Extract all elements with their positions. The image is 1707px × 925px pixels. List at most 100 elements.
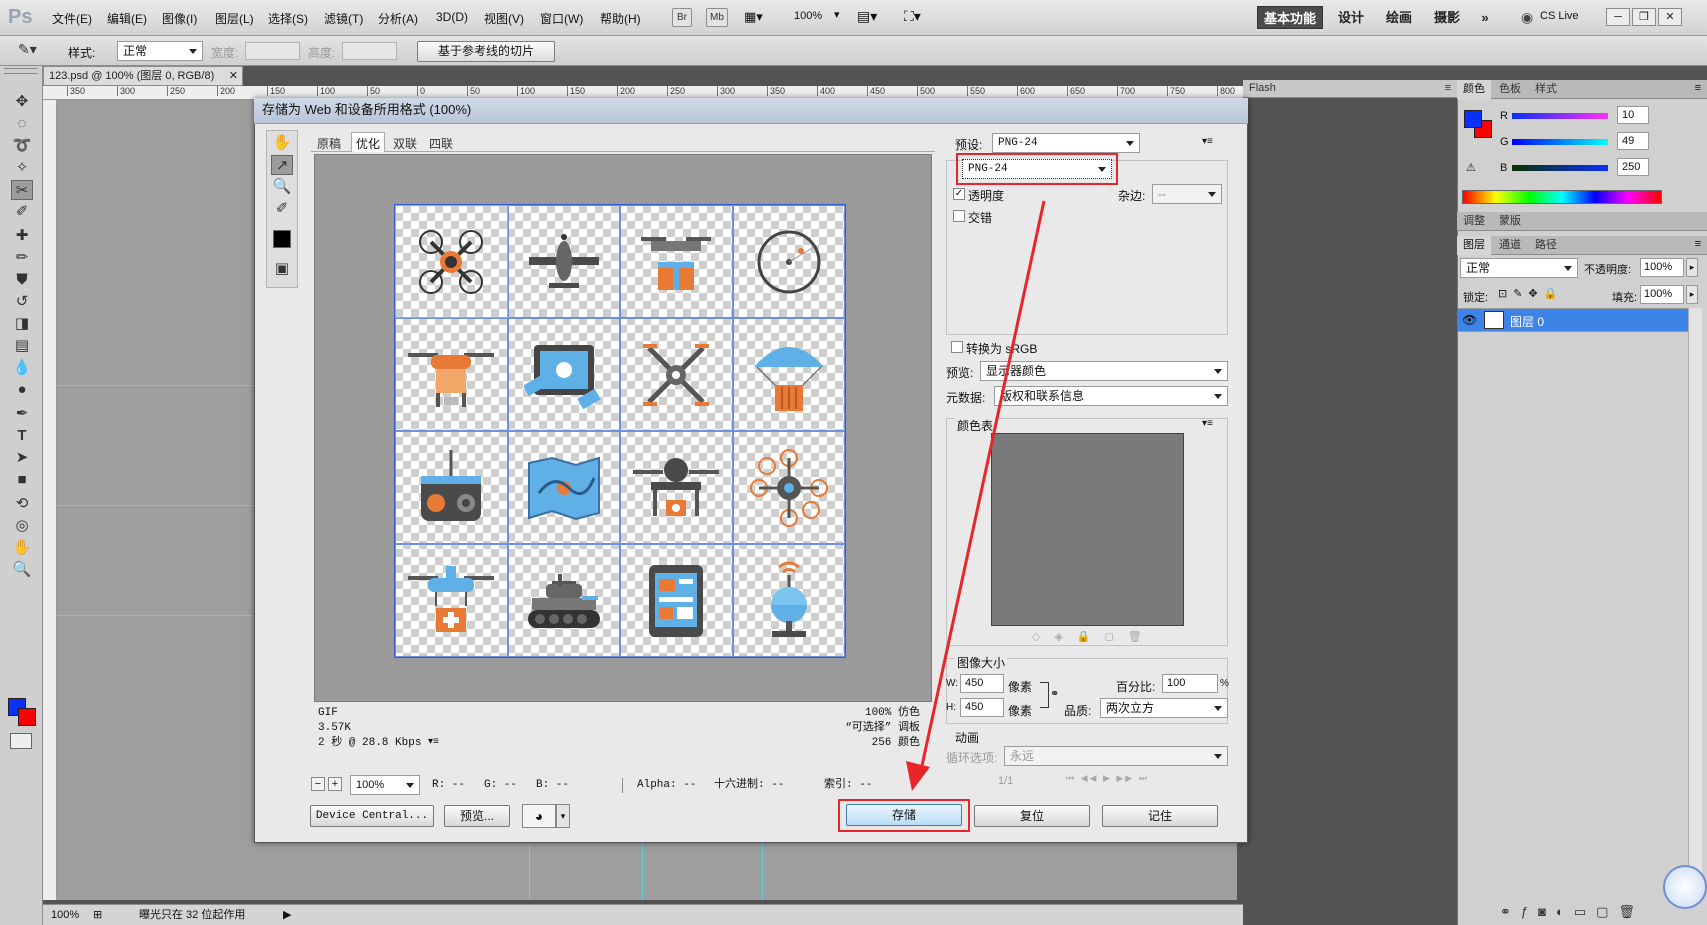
menu-file[interactable]: 文件(E) <box>52 10 92 27</box>
restore-button[interactable]: ❐ <box>1632 8 1656 26</box>
close-button[interactable]: ✕ <box>1658 8 1682 26</box>
b-value[interactable]: 250 <box>1617 158 1649 176</box>
toggle-slices-icon[interactable]: ▣ <box>271 259 293 279</box>
menu-edit[interactable]: 编辑(E) <box>107 10 147 27</box>
menu-filter[interactable]: 滤镜(T) <box>324 10 363 27</box>
animation-controls-icons[interactable]: ⏮ ◀◀ ▶ ▶▶ ⏭ <box>1066 773 1228 790</box>
minimize-button[interactable]: ─ <box>1606 8 1630 26</box>
height-field[interactable] <box>342 42 397 60</box>
stamp-tool-icon[interactable]: ⛊ <box>11 270 33 290</box>
hand-tool-icon[interactable]: ✋ <box>11 538 33 558</box>
g-slider[interactable] <box>1512 139 1608 145</box>
opacity-slider-arrow-icon[interactable]: ▸ <box>1686 258 1698 277</box>
color-table-menu-icon[interactable]: ▾≡ <box>1202 418 1213 429</box>
background-color-swatch[interactable] <box>18 708 36 726</box>
menu-window[interactable]: 窗口(W) <box>540 10 583 27</box>
fill-field[interactable]: 100% <box>1640 285 1684 304</box>
document-tab[interactable]: 123.psd @ 100% (图层 0, RGB/8) ✕ <box>43 66 243 86</box>
reset-button[interactable]: 复位 <box>974 805 1090 827</box>
menu-3d[interactable]: 3D(D) <box>436 10 468 24</box>
color-panel-menu-icon[interactable]: ≡ <box>1695 82 1701 94</box>
zoom-level[interactable]: 100% <box>794 10 822 22</box>
menu-analysis[interactable]: 分析(A) <box>378 10 418 27</box>
flash-panel-menu-icon[interactable]: ≡ <box>1445 80 1451 97</box>
dialog-hand-tool-icon[interactable]: ✋ <box>271 133 293 153</box>
path-select-tool-icon[interactable]: ➤ <box>11 448 33 468</box>
tab-optimized[interactable]: 优化 <box>351 132 386 152</box>
blend-mode-select[interactable]: 正常 <box>1460 258 1578 278</box>
optimize-menu-icon[interactable]: ▾≡ <box>1202 136 1213 147</box>
lock-icons[interactable]: ⊡✎✥🔒 <box>1498 287 1563 300</box>
zoom-dropdown-icon[interactable]: ▾ <box>834 8 840 21</box>
download-speed-menu-icon[interactable]: ▾≡ <box>428 736 439 747</box>
arrange-documents-icon[interactable]: ▤▾ <box>857 8 877 25</box>
3d-orbit-tool-icon[interactable]: ◎ <box>11 516 33 536</box>
dodge-tool-icon[interactable]: ● <box>11 380 33 400</box>
slices-from-guides-button[interactable]: 基于参考线的切片 <box>417 41 555 62</box>
blur-tool-icon[interactable]: 💧 <box>11 358 33 378</box>
menu-view[interactable]: 视图(V) <box>484 10 524 27</box>
shape-tool-icon[interactable]: ■ <box>11 470 33 490</box>
workspace-painting[interactable]: 绘画 <box>1378 6 1420 29</box>
zoom-select[interactable]: 100% <box>350 775 420 795</box>
close-tab-icon[interactable]: ✕ <box>229 67 238 85</box>
layer-row[interactable]: 👁 图层 0 <box>1458 308 1688 332</box>
tab-original[interactable]: 原稿 <box>317 135 341 152</box>
toolbox-grip[interactable] <box>4 68 38 74</box>
cs-live-button[interactable]: CS Live <box>1540 10 1579 22</box>
status-info-icon[interactable]: ⊞ <box>93 905 102 925</box>
zoom-in-button[interactable]: + <box>328 777 342 791</box>
tab-4-up[interactable]: 四联 <box>429 135 453 152</box>
preview-button[interactable]: 预览... <box>444 805 510 827</box>
color-spectrum-bar[interactable] <box>1462 190 1662 204</box>
move-tool-icon[interactable]: ✥ <box>11 92 33 112</box>
cs-live-icon[interactable]: ◉ <box>1521 9 1533 26</box>
history-brush-tool-icon[interactable]: ↺ <box>11 292 33 312</box>
tab-layers[interactable]: 图层 <box>1457 236 1491 255</box>
layers-panel-menu-icon[interactable]: ≡ <box>1695 238 1701 250</box>
preset-select[interactable]: PNG-24 <box>992 133 1140 153</box>
panel-foreground-swatch[interactable] <box>1464 110 1482 128</box>
tab-paths[interactable]: 路径 <box>1529 236 1563 255</box>
preview-image-grid[interactable] <box>394 204 846 658</box>
pen-tool-icon[interactable]: ✒ <box>11 404 33 424</box>
fill-slider-arrow-icon[interactable]: ▸ <box>1686 285 1698 304</box>
layers-scrollbar[interactable] <box>1688 308 1702 898</box>
quick-select-tool-icon[interactable]: ✧ <box>11 158 33 178</box>
width-field[interactable] <box>245 42 300 60</box>
slice-tool-icon[interactable]: ✎▾ <box>18 41 37 58</box>
remember-button[interactable]: 记住 <box>1102 805 1218 827</box>
layer-actions-icons[interactable]: ⚭ƒ◙◐▭▢🗑 <box>1500 904 1645 920</box>
tab-2-up[interactable]: 双联 <box>393 135 417 152</box>
tab-styles[interactable]: 样式 <box>1529 80 1563 99</box>
more-workspaces-button[interactable]: » <box>1474 6 1496 29</box>
tab-channels[interactable]: 通道 <box>1493 236 1527 255</box>
mini-bridge-button[interactable]: Mb <box>706 8 728 27</box>
status-menu-arrow-icon[interactable]: ▶ <box>283 905 291 925</box>
workspace-photography[interactable]: 摄影 <box>1426 6 1468 29</box>
matte-select[interactable]: -- <box>1152 184 1222 204</box>
quality-select[interactable]: 两次立方 <box>1100 698 1228 718</box>
gradient-tool-icon[interactable]: ▤ <box>11 336 33 356</box>
quick-mask-icon[interactable] <box>10 733 32 749</box>
save-button[interactable]: 存储 <box>846 804 962 826</box>
layer-visibility-eye-icon[interactable]: 👁 <box>1462 313 1477 327</box>
format-select[interactable]: PNG-24 <box>962 159 1112 179</box>
dialog-zoom-tool-icon[interactable]: 🔍 <box>271 177 293 197</box>
browser-dropdown-icon[interactable]: ▾ <box>556 804 570 828</box>
tab-adjustments[interactable]: 调整 <box>1457 212 1491 231</box>
bridge-button[interactable]: Br <box>672 8 692 27</box>
view-extras-icon[interactable]: ▦▾ <box>744 9 763 25</box>
marquee-tool-icon[interactable]: ◌ <box>11 114 33 134</box>
zoom-out-button[interactable]: − <box>311 777 325 791</box>
status-zoom[interactable]: 100% <box>51 905 79 925</box>
dialog-slice-select-tool-icon[interactable]: ↗ <box>271 155 293 175</box>
layer-name[interactable]: 图层 0 <box>1510 313 1544 330</box>
type-tool-icon[interactable]: T <box>11 426 33 446</box>
r-value[interactable]: 10 <box>1617 106 1649 124</box>
menu-help[interactable]: 帮助(H) <box>600 10 641 27</box>
eyedropper-tool-icon[interactable]: ✐ <box>11 202 33 222</box>
3d-rotate-tool-icon[interactable]: ⟲ <box>11 494 33 514</box>
menu-select[interactable]: 选择(S) <box>268 10 308 27</box>
brush-tool-icon[interactable]: ✏ <box>11 248 33 268</box>
